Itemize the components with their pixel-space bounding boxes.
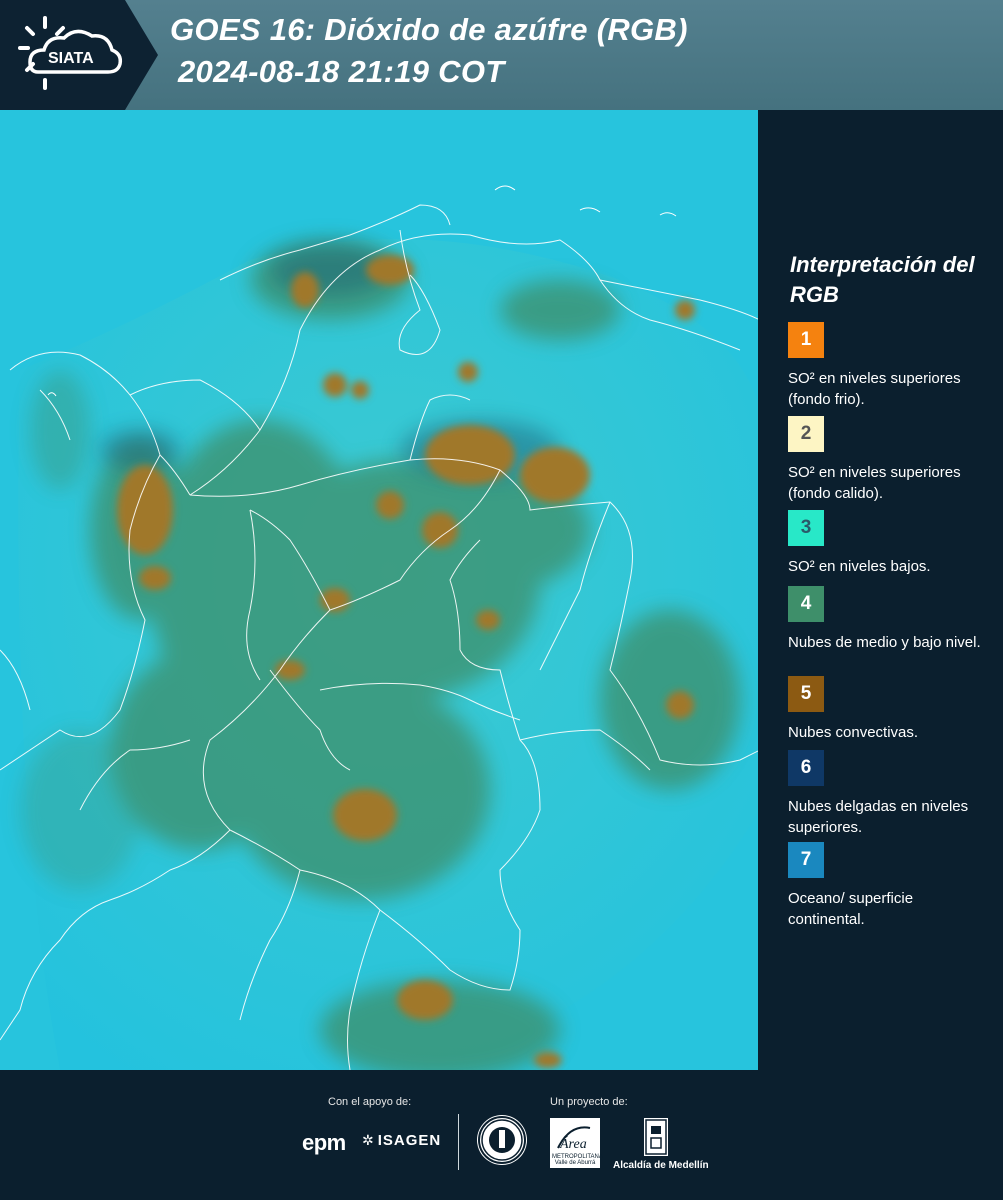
legend-swatch-1: 1 bbox=[788, 322, 824, 358]
legend-title: Interpretación del RGB bbox=[790, 252, 975, 307]
epm-logo: epm bbox=[302, 1130, 346, 1155]
legend-text-5: Nubes convectivas. bbox=[788, 724, 919, 741]
header: SIATA GOES 16: Dióxido de azúfre (RGB) 2… bbox=[0, 0, 1003, 110]
legend-swatch-2: 2 bbox=[788, 416, 824, 452]
legend-swatch-4: 4 bbox=[788, 586, 824, 622]
legend-text-3: SO² en niveles bajos. bbox=[788, 558, 931, 575]
isagen-logo: ✲ ISAGEN bbox=[362, 1132, 442, 1149]
satellite-map bbox=[0, 110, 760, 1070]
alcaldia-label: Alcaldía de Medellín bbox=[613, 1160, 709, 1171]
legend-swatch-3: 3 bbox=[788, 510, 824, 546]
support-label: Con el apoyo de: bbox=[328, 1096, 412, 1108]
medellin-seal-icon bbox=[478, 1116, 526, 1164]
legend-text-1: SO² en niveles superiores (fondo frio). bbox=[788, 370, 961, 408]
legend-text-2: SO² en niveles superiores (fondo calido)… bbox=[788, 464, 961, 502]
legend-item-5: 5 Nubes convectivas. bbox=[788, 676, 988, 743]
legend-swatch-5: 5 bbox=[788, 676, 824, 712]
svg-text:Área: Área bbox=[559, 1135, 587, 1152]
legend-item-6: 6 Nubes delgadas en niveles superiores. bbox=[788, 750, 988, 838]
legend-text-6: Nubes delgadas en niveles superiores. bbox=[788, 798, 969, 836]
legend-swatch-6: 6 bbox=[788, 750, 824, 786]
legend-item-4: 4 Nubes de medio y bajo nivel. bbox=[788, 586, 988, 653]
legend-text-4: Nubes de medio y bajo nivel. bbox=[788, 634, 981, 651]
legend-text-7: Oceano/ superficie continental. bbox=[788, 890, 914, 928]
footer: Con el apoyo de: Un proyecto de: epm ✲ I… bbox=[0, 1070, 1003, 1200]
area-caption: METROPOLITANA Valle de Aburrá bbox=[552, 1154, 603, 1166]
isagen-icon: ✲ bbox=[362, 1132, 374, 1148]
siata-logo: SIATA bbox=[0, 0, 160, 110]
legend-item-3: 3 SO² en niveles bajos. bbox=[788, 510, 988, 577]
legend-item-2: 2 SO² en niveles superiores (fondo calid… bbox=[788, 416, 988, 504]
project-label: Un proyecto de: bbox=[550, 1096, 628, 1108]
legend-item-1: 1 SO² en niveles superiores (fondo frio)… bbox=[788, 322, 988, 410]
timestamp: 2024-08-18 21:19 COT bbox=[178, 54, 505, 89]
page-title: GOES 16: Dióxido de azúfre (RGB) bbox=[170, 12, 688, 47]
alcaldia-shield-icon bbox=[644, 1118, 668, 1156]
footer-divider bbox=[458, 1114, 459, 1170]
legend-swatch-7: 7 bbox=[788, 842, 824, 878]
legend-panel: Interpretación del RGB 1 SO² en niveles … bbox=[760, 110, 1003, 1070]
siata-logo-text: SIATA bbox=[48, 50, 94, 67]
legend-item-7: 7 Oceano/ superficie continental. bbox=[788, 842, 988, 930]
